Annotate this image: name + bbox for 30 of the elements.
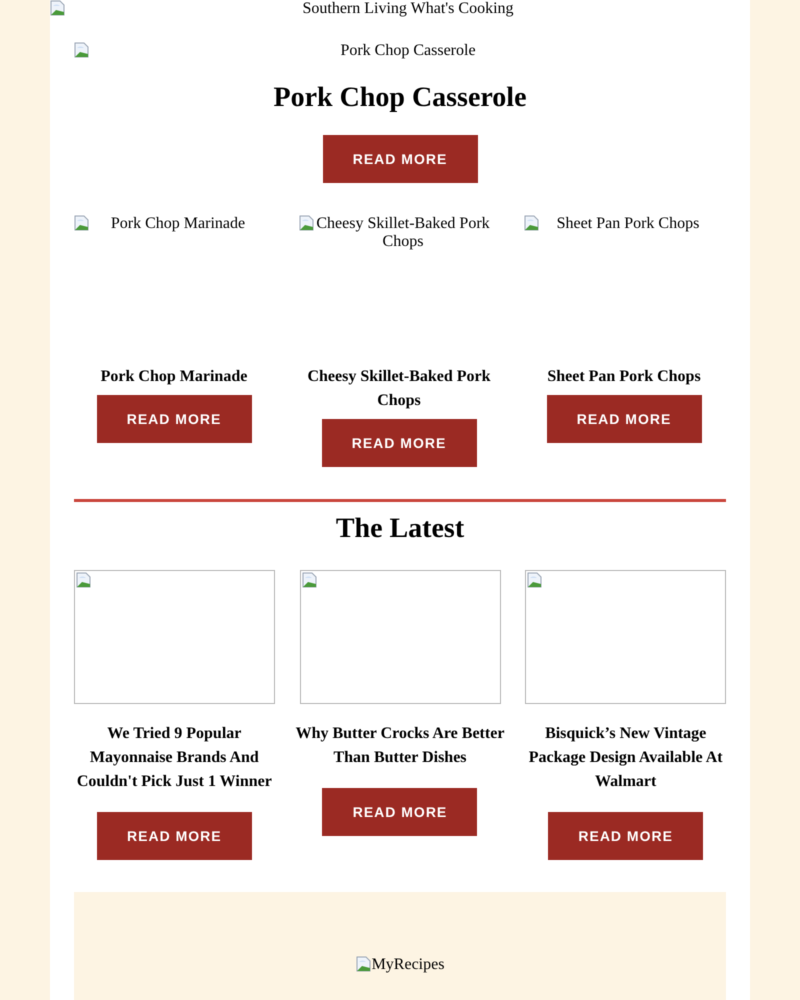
read-more-button[interactable]: READ MORE [322,419,476,467]
image-alt-text: Pork Chop Marinade [110,215,246,233]
image-alt-text: Sheet Pan Pork Chops [556,215,700,233]
article-title[interactable]: Pork Chop Marinade [100,365,248,389]
read-more-button[interactable]: READ MORE [322,135,478,183]
section-heading: The Latest [334,512,466,546]
read-more-button[interactable]: READ MORE [546,395,702,443]
image-alt-text: MyRecipes [372,956,444,973]
article-title[interactable]: Why Butter Crocks Are Better Than Butter Dishes [295,722,505,770]
article-title[interactable]: Cheesy Skillet-Baked Pork Chops [299,365,499,413]
read-more-button[interactable]: READ MORE [96,812,252,860]
broken-image-icon [74,215,90,231]
article-title[interactable]: Sheet Pan Pork Chops [547,365,701,389]
image-alt-text: Pork Chop Casserole [339,42,477,59]
broken-image-icon [76,572,92,588]
broken-image-icon [299,215,315,231]
broken-image-icon [74,42,90,58]
broken-image-icon [302,572,318,588]
broken-image-icon [50,0,66,16]
broken-image-icon [527,572,544,588]
article-title[interactable]: We Tried 9 Popular Mayonnaise Brands And Couldn't Pick Just 1 Winner [69,722,280,794]
read-more-button[interactable]: READ MORE [548,812,704,860]
broken-image-icon [524,215,540,231]
broken-image-icon [356,956,372,972]
image-alt-text: Southern Living What's Cooking [301,0,515,17]
read-more-button[interactable]: READ MORE [96,395,252,443]
article-title[interactable]: Pork Chop Casserole [273,81,527,115]
article-title[interactable]: Bisquick’s New Vintage Package Design Available At Walmart [520,722,731,794]
read-more-button[interactable]: READ MORE [322,788,478,836]
image-alt-text: Cheesy Skillet-Baked Pork Chops [315,215,491,251]
